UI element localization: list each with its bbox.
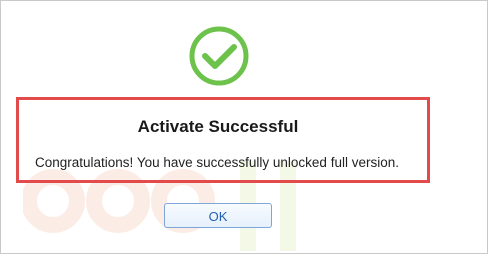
checkmark-circle-icon	[189, 26, 249, 86]
ok-button[interactable]: OK	[164, 203, 272, 228]
highlight-annotation-box	[16, 97, 430, 183]
dialog-title: Activate Successful	[137, 117, 299, 136]
activation-dialog: Activate Successful Congratulations! You…	[0, 0, 488, 254]
dialog-message: Congratulations! You have successfully u…	[35, 155, 399, 170]
